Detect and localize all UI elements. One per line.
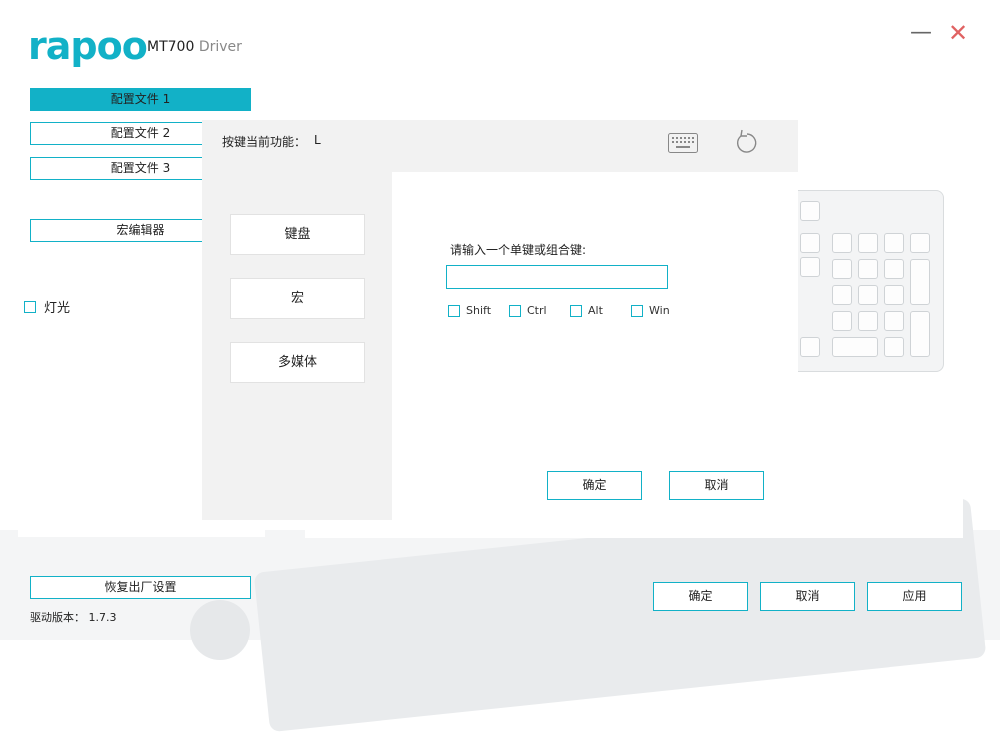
keyboard-key[interactable]: [910, 233, 930, 253]
keyboard-key[interactable]: [832, 311, 852, 331]
lighting-label: 灯光: [44, 301, 71, 316]
keyboard-key[interactable]: [858, 233, 878, 253]
keyboard-key[interactable]: [832, 259, 852, 279]
keyboard-key[interactable]: [832, 337, 878, 357]
keyboard-key[interactable]: [884, 311, 904, 331]
alt-label: Alt: [588, 304, 603, 317]
apply-button[interactable]: 应用: [867, 582, 962, 611]
type-multimedia-button[interactable]: 多媒体: [230, 342, 365, 383]
type-keyboard-button[interactable]: 键盘: [230, 214, 365, 255]
model-name: MT700: [147, 39, 195, 55]
cancel-button[interactable]: 取消: [760, 582, 855, 611]
lighting-option[interactable]: 灯光: [24, 297, 70, 316]
lighting-checkbox[interactable]: [24, 300, 36, 313]
shift-label: Shift: [466, 304, 492, 317]
alt-checkbox[interactable]: [570, 305, 582, 317]
minimize-icon: —: [910, 20, 932, 45]
app-title: MT700 Driver: [147, 39, 242, 55]
keyboard-key[interactable]: [858, 285, 878, 305]
keyboard-key[interactable]: [832, 233, 852, 253]
keyboard-key[interactable]: [800, 201, 820, 221]
keyboard-icon[interactable]: [668, 133, 698, 153]
keyboard-key[interactable]: [884, 337, 904, 357]
driver-version: 驱动版本： 1.7.3: [30, 609, 117, 625]
modifier-ctrl[interactable]: Ctrl: [509, 304, 547, 317]
minimize-button[interactable]: —: [910, 22, 932, 44]
close-button[interactable]: ✕: [947, 19, 969, 47]
keyboard-key[interactable]: [832, 285, 852, 305]
keyboard-image[interactable]: [797, 190, 944, 372]
keyboard-key[interactable]: [800, 337, 820, 357]
keyboard-key[interactable]: [884, 285, 904, 305]
modifier-win[interactable]: Win: [631, 304, 670, 317]
keyboard-key[interactable]: [884, 233, 904, 253]
keyboard-key[interactable]: [884, 259, 904, 279]
background-mouse-image: [190, 600, 250, 660]
keyboard-key[interactable]: [858, 259, 878, 279]
win-checkbox[interactable]: [631, 305, 643, 317]
type-macro-button[interactable]: 宏: [230, 278, 365, 319]
ok-button[interactable]: 确定: [653, 582, 748, 611]
ctrl-label: Ctrl: [527, 304, 547, 317]
key-input-field[interactable]: [446, 265, 668, 289]
keyboard-key[interactable]: [800, 257, 820, 277]
shift-checkbox[interactable]: [448, 305, 460, 317]
modifier-alt[interactable]: Alt: [570, 304, 603, 317]
current-function-label: 按键当前功能：: [222, 135, 307, 149]
version-label: 驱动版本：: [30, 611, 85, 624]
keyboard-key[interactable]: [858, 311, 878, 331]
dialog-ok-button[interactable]: 确定: [547, 471, 642, 500]
ctrl-checkbox[interactable]: [509, 305, 521, 317]
keyboard-key[interactable]: [910, 259, 930, 305]
profile-1-button[interactable]: 配置文件 1: [30, 88, 251, 111]
keyboard-key[interactable]: [800, 233, 820, 253]
factory-reset-button[interactable]: 恢复出厂设置: [30, 576, 251, 599]
current-key-value: L: [314, 133, 321, 147]
dialog-cancel-button[interactable]: 取消: [669, 471, 764, 500]
rapoo-logo: rapoo: [28, 24, 148, 68]
rotate-ccw-icon[interactable]: [733, 128, 759, 156]
key-input-prompt: 请输入一个单键或组合键:: [450, 243, 587, 257]
close-icon: ✕: [947, 19, 969, 47]
win-label: Win: [649, 304, 670, 317]
function-detail-panel: [392, 172, 798, 520]
driver-label: Driver: [198, 39, 242, 55]
version-value: 1.7.3: [88, 611, 117, 624]
keyboard-key[interactable]: [910, 311, 930, 357]
modifier-shift[interactable]: Shift: [448, 304, 491, 317]
